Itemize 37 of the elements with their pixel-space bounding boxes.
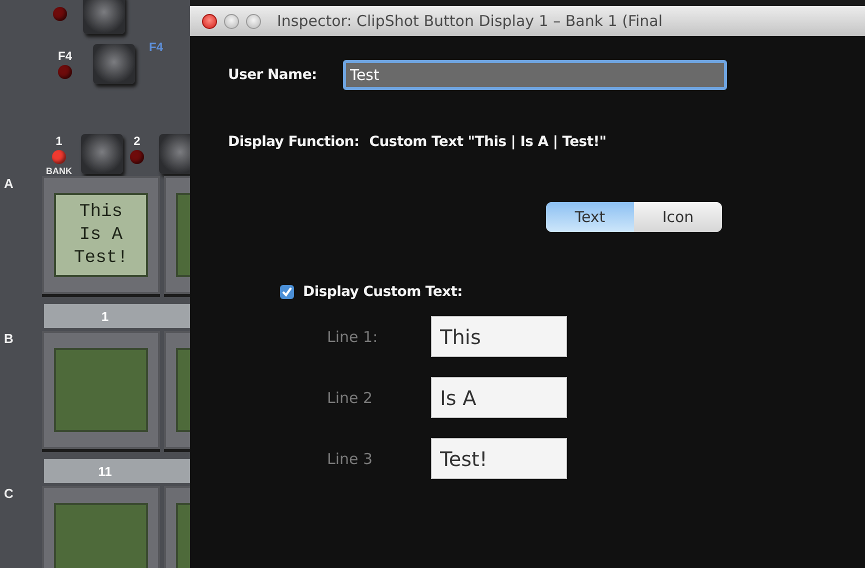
field-label: Display Function: [228, 134, 360, 150]
hardware-button[interactable] [81, 134, 123, 174]
key-number: 2 [134, 134, 140, 148]
text-field[interactable]: This [431, 316, 567, 357]
close-button[interactable] [202, 14, 217, 28]
checkbox-label: Display Custom Text: [303, 284, 462, 300]
function-value: Custom Text "This | Is A | Test!" [369, 134, 606, 150]
button-number: 11 [97, 464, 113, 478]
user-name-field[interactable]: Test [342, 60, 727, 90]
row-letter: A [3, 176, 14, 193]
zoom-button[interactable] [246, 14, 261, 28]
segment-tab[interactable]: Icon [634, 202, 722, 232]
hardware-button[interactable] [83, 0, 125, 34]
minimize-button[interactable] [224, 14, 239, 28]
text-field[interactable]: Is A [431, 377, 567, 418]
line-label: Line 3 [327, 450, 374, 468]
window-title: Inspector: ClipShot Button Display 1 – Bank 1 (Final [277, 12, 663, 30]
checkbox[interactable] [280, 285, 294, 299]
text-field[interactable]: Test! [431, 438, 567, 479]
line-label: Line 1: [327, 328, 379, 346]
button-number: 1 [100, 308, 110, 324]
display-button[interactable]: This Is A Test! [54, 193, 148, 277]
led-indicator [53, 7, 67, 21]
segment-tab[interactable]: Text [546, 202, 634, 232]
key-number: 1 [56, 134, 62, 148]
row-letter: C [3, 486, 14, 503]
led-indicator [58, 65, 72, 79]
field-label: User Name: [228, 67, 317, 83]
key-label: F4 [58, 49, 72, 63]
row-letter: B [3, 331, 14, 348]
display-button[interactable] [54, 503, 148, 568]
hardware-button[interactable] [93, 44, 135, 84]
line-label: Line 2 [327, 388, 374, 406]
assigned-label: F4 [149, 40, 164, 54]
bank-caption: BANK [46, 166, 72, 176]
hardware-button[interactable] [159, 134, 190, 174]
display-button[interactable] [54, 348, 148, 432]
